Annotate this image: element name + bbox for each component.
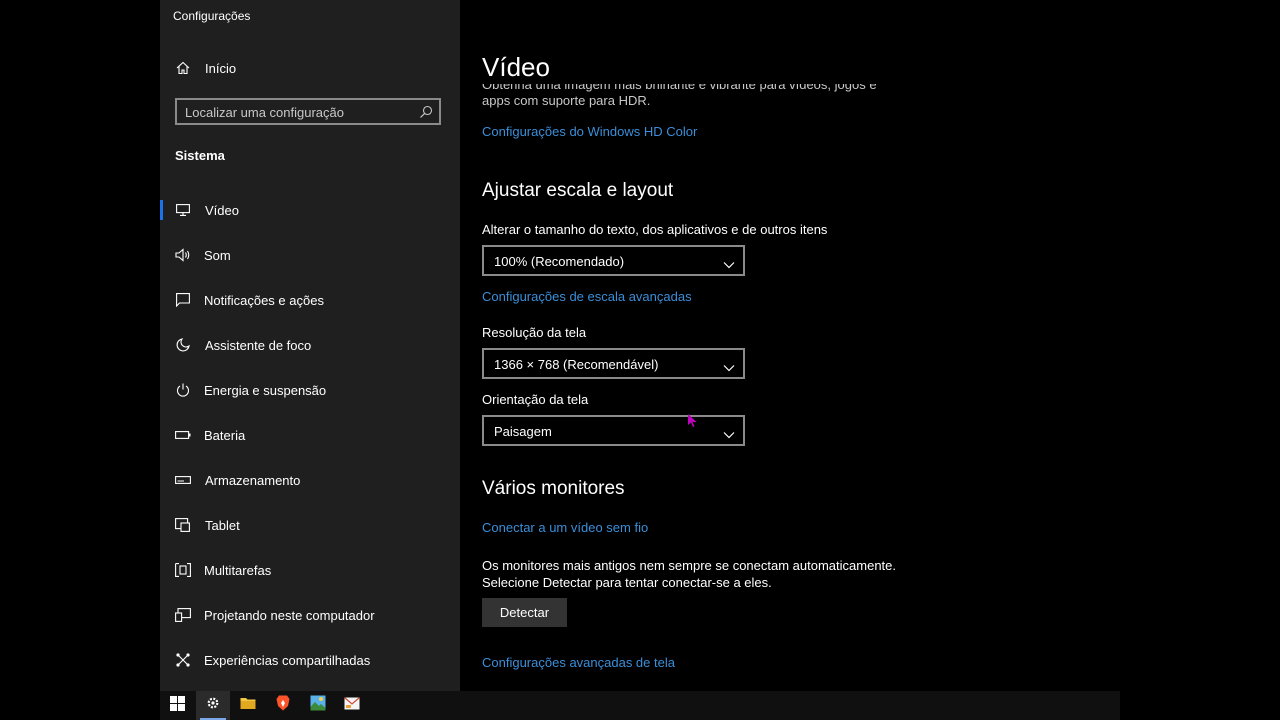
resolution-label: Resolução da tela [482,325,587,340]
resolution-dropdown-value: 1366 × 768 (Recomendável) [494,357,659,372]
moon-icon [175,337,191,353]
detect-description-line1: Os monitores mais antigos nem sempre se … [482,558,897,573]
brave-browser-icon [276,695,290,716]
scale-layout-heading: Ajustar escala e layout [482,180,674,201]
orientation-dropdown[interactable]: Paisagem [482,415,745,446]
chevron-down-icon [723,359,735,372]
scale-dropdown[interactable]: 100% (Recomendado) [482,245,745,276]
sidebar-item-projecting[interactable]: Projetando neste computador [160,597,460,633]
sidebar-item-label: Bateria [204,427,246,443]
window-title: Configurações [173,9,251,23]
search-box[interactable] [175,98,441,125]
taskbar-settings[interactable] [196,691,230,720]
orientation-dropdown-value: Paisagem [494,424,552,439]
hdr-description: Obtenha uma imagem mais brilhante e vibr… [482,84,902,109]
sidebar-item-label: Projetando neste computador [204,607,375,623]
shared-icon [175,652,191,668]
sidebar-item-home[interactable]: Início [160,50,460,86]
wireless-display-link[interactable]: Conectar a um vídeo sem fio [482,520,648,535]
sidebar-item-label: Multitarefas [204,562,272,578]
sidebar-item-label: Armazenamento [205,472,301,488]
storage-icon [175,472,191,488]
sidebar-item-label: Início [205,60,237,76]
sidebar-item-label: Energia e suspensão [204,382,327,398]
taskbar-mail-app[interactable] [335,691,369,720]
home-icon [175,60,191,76]
section-label-system: Sistema [175,148,225,163]
sidebar-item-label: Experiências compartilhadas [204,652,371,668]
sidebar-item-label: Assistente de foco [205,337,312,353]
detect-button[interactable]: Detectar [482,598,567,627]
sidebar-item-shared-experiences[interactable]: Experiências compartilhadas [160,642,460,678]
message-icon [175,292,191,308]
scale-dropdown-value: 100% (Recomendado) [494,254,625,269]
speaker-icon [175,247,191,263]
sidebar-item-multitasking[interactable]: Multitarefas [160,552,460,588]
battery-icon [175,427,191,443]
sidebar-item-label: Tablet [205,517,240,533]
search-input[interactable] [185,104,405,120]
sidebar-item-power[interactable]: Energia e suspensão [160,372,460,408]
taskbar-brave-browser[interactable] [266,691,300,720]
sidebar-item-focus-assist[interactable]: Assistente de foco [160,327,460,363]
sidebar-item-label: Som [204,247,231,263]
windows-start-icon [169,695,185,716]
hdr-description-line1: Obtenha uma imagem mais brilhante e vibr… [482,84,877,92]
main-content: Obtenha uma imagem mais brilhante e vibr… [460,0,1120,691]
chevron-down-icon [723,426,735,439]
sidebar-item-battery[interactable]: Bateria [160,417,460,453]
sidebar-item-storage[interactable]: Armazenamento [160,462,460,498]
sidebar-item-sound[interactable]: Som [160,237,460,273]
chevron-down-icon [723,256,735,269]
tablet-icon [175,517,191,533]
power-icon [175,382,191,398]
file-explorer-icon [240,696,256,715]
mail-app-icon [344,696,360,715]
taskbar [160,691,1120,720]
resolution-dropdown[interactable]: 1366 × 768 (Recomendável) [482,348,745,379]
mouse-cursor-icon [688,414,698,428]
settings-window: Configurações Início Sistema Vídeo Som [160,0,1120,691]
projector-icon [175,607,191,623]
orientation-label: Orientação da tela [482,392,589,407]
multitask-icon [175,562,191,578]
sidebar-item-video[interactable]: Vídeo [160,192,460,228]
scale-label: Alterar o tamanho do texto, dos aplicati… [482,222,828,237]
sidebar-item-tablet[interactable]: Tablet [160,507,460,543]
advanced-scaling-link[interactable]: Configurações de escala avançadas [482,289,692,304]
windows-start-button[interactable] [160,691,194,720]
multiple-monitors-heading: Vários monitores [482,478,625,499]
detect-description-line2: Selecione Detectar para tentar conectar-… [482,575,772,590]
taskbar-file-explorer[interactable] [231,691,265,720]
search-icon[interactable] [419,105,433,119]
page-title: Vídeo [482,52,550,82]
advanced-display-link[interactable]: Configurações avançadas de tela [482,655,675,670]
sidebar-item-label: Notificações e ações [204,292,324,308]
settings-gear-icon [206,696,220,715]
photos-app-icon [310,695,326,716]
sidebar-item-label: Vídeo [205,202,239,218]
monitor-icon [175,202,191,218]
sidebar-item-notifications[interactable]: Notificações e ações [160,282,460,318]
taskbar-photos-app[interactable] [301,691,335,720]
hdr-color-link[interactable]: Configurações do Windows HD Color [482,124,697,139]
hdr-description-line2: apps com suporte para HDR. [482,93,651,108]
sidebar: Configurações Início Sistema Vídeo Som [160,0,460,691]
